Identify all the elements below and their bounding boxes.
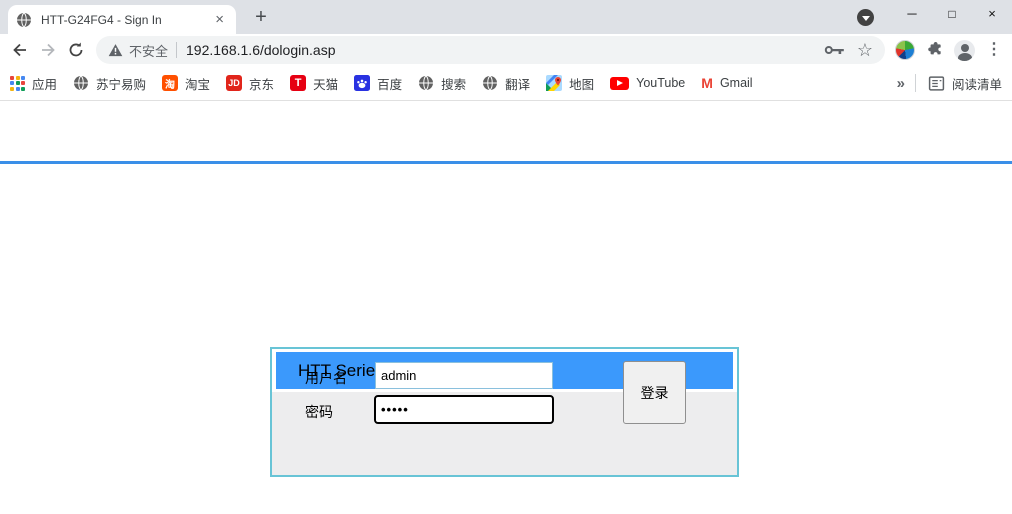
tab-favicon-globe-icon — [16, 12, 32, 28]
bookmark-label: 搜索 — [441, 74, 466, 93]
extensions-puzzle-icon[interactable] — [926, 42, 943, 59]
bookmark-apps[interactable]: 应用 — [10, 74, 57, 93]
bookmark-label: 应用 — [32, 74, 57, 93]
window-controls: ─ □ × — [892, 0, 1012, 30]
tab-strip: HTT-G24FG4 - Sign In × + ─ □ × — [0, 0, 1012, 34]
close-window-button[interactable]: × — [972, 0, 1012, 30]
bookmark-gmail[interactable]: M Gmail — [701, 76, 752, 90]
download-indicator-icon[interactable] — [857, 9, 874, 26]
maximize-button[interactable]: □ — [932, 0, 972, 30]
forward-arrow-icon — [39, 41, 57, 59]
bookmark-suning[interactable]: 苏宁易购 — [73, 74, 146, 93]
baidu-paw-icon — [354, 75, 370, 91]
bookmark-label: 京东 — [249, 74, 274, 93]
bookmarks-divider — [915, 74, 916, 92]
reading-list-button[interactable]: 阅读清单 — [928, 74, 1002, 93]
bookmark-label: 翻译 — [505, 74, 530, 93]
browser-tab[interactable]: HTT-G24FG4 - Sign In × — [8, 5, 236, 34]
bookmarks-overflow-chevron-icon[interactable]: » — [897, 75, 905, 92]
minimize-button[interactable]: ─ — [892, 0, 932, 30]
bookmark-tmall[interactable]: T 天猫 — [290, 74, 338, 93]
globe-icon — [73, 75, 89, 91]
address-bar[interactable]: 不安全 192.168.1.6/dologin.asp ☆ — [96, 36, 885, 64]
bookmark-label: 天猫 — [313, 74, 338, 93]
profile-avatar[interactable] — [954, 40, 975, 61]
toolbar-right: ⋮ — [891, 40, 1006, 61]
bookmark-label: Gmail — [720, 76, 753, 90]
forward-button[interactable] — [34, 36, 62, 64]
reload-icon — [67, 41, 85, 59]
back-button[interactable] — [6, 36, 34, 64]
url-text[interactable]: 192.168.1.6/dologin.asp — [186, 42, 824, 58]
bookmark-youtube[interactable]: YouTube — [610, 76, 685, 90]
idm-extension-icon[interactable] — [895, 40, 915, 60]
bookmark-taobao[interactable]: 淘 淘宝 — [162, 74, 210, 93]
tab-title: HTT-G24FG4 - Sign In — [41, 13, 211, 27]
bookmark-maps[interactable]: 地图 — [546, 74, 594, 93]
security-label: 不安全 — [129, 41, 168, 60]
bookmark-baidu[interactable]: 百度 — [354, 74, 402, 93]
bookmark-label: 淘宝 — [185, 74, 210, 93]
page-top-rule — [0, 161, 1012, 164]
back-arrow-icon — [11, 41, 29, 59]
page-content: HTT Series Switch 用户名 admin 密码 ••••• 登录 — [0, 102, 1012, 514]
login-button[interactable]: 登录 — [623, 361, 686, 424]
new-tab-button[interactable]: + — [248, 5, 274, 31]
username-label: 用户名 — [305, 368, 347, 388]
globe-icon — [418, 75, 434, 91]
navigation-toolbar: 不安全 192.168.1.6/dologin.asp ☆ ⋮ — [0, 34, 1012, 66]
maps-icon — [546, 75, 562, 91]
gmail-m-icon: M — [701, 76, 713, 90]
chrome-menu-icon[interactable]: ⋮ — [986, 42, 1002, 58]
tmall-icon: T — [290, 75, 306, 91]
reload-button[interactable] — [62, 36, 90, 64]
bookmark-search[interactable]: 搜索 — [418, 74, 466, 93]
not-secure-warning-icon[interactable] — [108, 43, 123, 57]
bookmark-label: 苏宁易购 — [96, 74, 146, 93]
password-input[interactable]: ••••• — [374, 395, 554, 424]
login-panel: HTT Series Switch 用户名 admin 密码 ••••• 登录 — [270, 347, 739, 477]
globe-icon — [482, 75, 498, 91]
reading-list-label: 阅读清单 — [952, 74, 1002, 93]
tab-close-icon[interactable]: × — [211, 10, 228, 29]
jd-icon: JD — [226, 75, 242, 91]
bookmark-star-icon[interactable]: ☆ — [857, 41, 873, 59]
bookmark-jd[interactable]: JD 京东 — [226, 74, 274, 93]
bookmark-label: 百度 — [377, 74, 402, 93]
username-input[interactable]: admin — [375, 362, 553, 389]
bookmarks-bar: 应用 苏宁易购 淘 淘宝 JD 京东 T 天猫 百度 搜索 — [0, 66, 1012, 101]
bookmark-label: 地图 — [569, 74, 594, 93]
password-key-icon[interactable] — [824, 43, 845, 57]
reading-list-icon — [928, 75, 945, 92]
bookmark-label: YouTube — [636, 76, 685, 90]
omnibox-divider — [176, 42, 177, 58]
apps-grid-icon — [10, 76, 25, 91]
bookmark-translate[interactable]: 翻译 — [482, 74, 530, 93]
password-label: 密码 — [305, 402, 333, 422]
taobao-icon: 淘 — [162, 75, 178, 91]
youtube-play-icon — [610, 77, 629, 90]
